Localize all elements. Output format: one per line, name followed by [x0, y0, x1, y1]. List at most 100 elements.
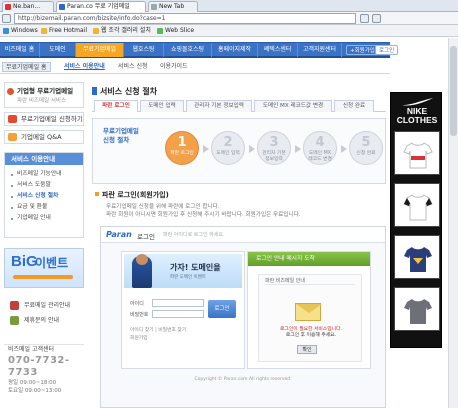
notify-message: 로그인이 필요한 서비스입니다. 로그인 후 이용해 주세요. [265, 327, 357, 339]
bookmark-label: Free Hotmail [49, 27, 88, 34]
qna-button-label: 기업메일 Q&A [21, 133, 62, 141]
notice-line: 파란 회원이 아니시면 회원가입 후 신청해 주시기 바랍니다. 회원가입은 무… [106, 212, 301, 218]
paran-header: Paran 로그인 파란 아이디로 로그인 하세요. [101, 227, 385, 243]
tab-complete[interactable]: 신청 완료 [334, 100, 374, 112]
menu-item-info[interactable]: 기업메일 안내 [5, 213, 83, 224]
bookmark-windows[interactable]: Windows [2, 26, 38, 36]
gnb-domain[interactable]: 도메인 [40, 43, 76, 57]
notify-inner: 파란 비즈메일 안내 로그인이 필요한 서비스입니다. 로그인 후 이용해 주세… [258, 274, 362, 362]
gnb-support[interactable]: 고객지원센터 [298, 43, 342, 57]
step-arrow-icon [249, 145, 255, 153]
ok-button[interactable]: 확인 [297, 345, 317, 354]
event-bar [13, 275, 73, 279]
id-input[interactable] [152, 299, 204, 307]
webslice-icon [157, 28, 163, 34]
qna-button[interactable]: 기업메일 Q&A [4, 130, 84, 144]
step-arrow-icon [295, 145, 301, 153]
bookmark-gallery[interactable]: 웹 조각 갤러리 설치 [92, 26, 151, 36]
tshirt-icon [404, 299, 432, 324]
step-label: 신청 완료 [356, 151, 376, 156]
notice-line: 무료기업메일 신청을 위해 파란에 로그인 합니다. [106, 204, 220, 210]
local-nav: 무료기업메일 홈 서비스 이용안내 서비스 신청 이용가이드 [0, 60, 390, 74]
gnb-webhosting[interactable]: 웹호스팅 [124, 43, 164, 57]
shirt-item[interactable] [394, 287, 440, 331]
gnb-center[interactable]: 쎄텍스센터 [258, 43, 298, 57]
big-event-banner[interactable]: BiG 이벤트 [4, 248, 84, 288]
browser-tab[interactable]: New Tab [148, 1, 198, 12]
hotmail-icon [41, 28, 47, 34]
event-word: 이벤트 [35, 256, 69, 270]
bookmark-hotmail[interactable]: Free Hotmail [40, 26, 87, 36]
menu-item-features[interactable]: 비즈메일 기능안내 [5, 169, 83, 180]
login-button[interactable]: 로그인 [208, 300, 236, 318]
cs-title: 비즈메일 고객센터 [8, 346, 55, 353]
login-box: 가자! 도메인을 파란 도메인 이벤트 아이디 비밀번호 로그인 아이디 찾기 … [121, 251, 245, 369]
tab-admin-info[interactable]: 관리자 기본 정보입력 [186, 100, 252, 112]
notify-panel: 로그인 안내 메시지 도착 파란 비즈메일 안내 로그인이 필요한 서비스입니다… [247, 251, 371, 369]
gnb-free-mail[interactable]: 무료기업메일 [76, 43, 124, 57]
apply-button-label: 무료기업메일 신청하기 [21, 115, 83, 123]
signup-link[interactable]: +회원가입 [346, 45, 379, 55]
step-arrow-icon [341, 145, 347, 153]
tshirt-icon [403, 194, 433, 221]
shirt-item[interactable] [394, 183, 440, 227]
lnb-home[interactable]: 무료기업메일 홈 [2, 62, 51, 72]
step-label: 파란 로그인 [170, 151, 194, 156]
browser-tab-active[interactable]: Paran.co 무료 기업메일 [56, 1, 146, 12]
tab-domain[interactable]: 도메인 입력 [140, 100, 184, 112]
gnb-home[interactable]: 비즈메일 홈 [0, 43, 40, 57]
qna-icon [8, 133, 17, 141]
address-input[interactable]: http://bizemail.paran.com/bizsite/info.d… [14, 13, 356, 24]
apply-button[interactable]: 무료기업메일 신청하기 [4, 112, 84, 126]
menu-item-pricing[interactable]: 요금 및 환불 [5, 202, 83, 213]
service-menu: 서비스 이용안내 비즈메일 기능안내 서비스 도움말 서비스 신청 절차 요금 … [4, 152, 84, 238]
nike-ad-banner[interactable]: NIKE CLOTHES [390, 92, 442, 348]
tshirt-icon [404, 247, 432, 272]
find-account-link[interactable]: 아이디 찾기 | 비밀번호 찾기 [130, 326, 186, 333]
scrollbar-thumb[interactable] [450, 46, 457, 136]
profile-sub: 파란 비즈메일 서비스 [17, 98, 67, 104]
step-2: 2 도메인 입력 [211, 131, 245, 165]
gnb-homepage[interactable]: 홈페이지제작 [212, 43, 258, 57]
tab-label: New Tab [159, 3, 185, 10]
step-3: 3 관리자 기본 정보입력 [257, 131, 291, 165]
tab-label: Ne.ban... [13, 3, 41, 10]
refresh-icon[interactable] [360, 14, 369, 23]
notify-msg: 로그인 후 이용해 주세요. [285, 333, 337, 338]
paran-footer: Copyright © Paran.com All rights reserve… [194, 377, 292, 382]
tab-login[interactable]: 파란 로그인 [94, 100, 138, 112]
login-banner: 가자! 도메인을 파란 도메인 이벤트 [124, 254, 242, 288]
link-partner[interactable]: 제휴문의 안내 [4, 315, 84, 326]
shirt-item[interactable] [394, 235, 440, 279]
windows-icon [3, 28, 9, 34]
bookmark-webslice[interactable]: Web Slice [156, 26, 194, 36]
bookmark-label: 웹 조각 갤러리 설치 [101, 27, 151, 34]
lnb-guide[interactable]: 서비스 이용안내 [64, 62, 105, 72]
step-label: 도메인 MX 레코드 변경 [308, 151, 332, 162]
menu-item-apply-steps[interactable]: 서비스 신청 절차 [5, 191, 83, 202]
tab-mx-record[interactable]: 도메인 MX 레코드값 변경 [254, 100, 332, 112]
shirt-print [411, 156, 425, 160]
vertical-scrollbar[interactable] [448, 38, 458, 408]
signup-link-inner[interactable]: 회원가입 [130, 334, 148, 341]
link-admin[interactable]: 무료메일 관리안내 [4, 300, 84, 311]
step-number: 4 [315, 135, 325, 150]
paran-logo: Paran [106, 230, 132, 239]
partner-icon [10, 316, 19, 325]
step-5: 5 신청 완료 [349, 131, 383, 165]
event-big-text: BiG [11, 253, 38, 270]
gnb-shop-hosting[interactable]: 쇼핑몰호스팅 [164, 43, 212, 57]
password-input[interactable] [152, 310, 204, 318]
address-bar-row: http://bizemail.paran.com/bizsite/info.d… [0, 12, 458, 25]
menu-item-help[interactable]: 서비스 도움말 [5, 180, 83, 191]
shirt-item[interactable] [394, 131, 440, 175]
tab-favicon-icon [5, 4, 11, 10]
paran-login-title: 로그인 [137, 233, 155, 241]
lnb-apply[interactable]: 서비스 신청 [118, 62, 148, 72]
lnb-userguide[interactable]: 이용가이드 [160, 62, 188, 72]
browser-tab[interactable]: Ne.ban... [2, 1, 54, 12]
tab-label: Paran.co 무료 기업메일 [67, 3, 130, 10]
login-link[interactable]: 로그인 [375, 45, 399, 55]
stop-icon[interactable] [372, 14, 381, 23]
links-box: 무료메일 관리안내 제휴문의 안내 [4, 300, 84, 334]
